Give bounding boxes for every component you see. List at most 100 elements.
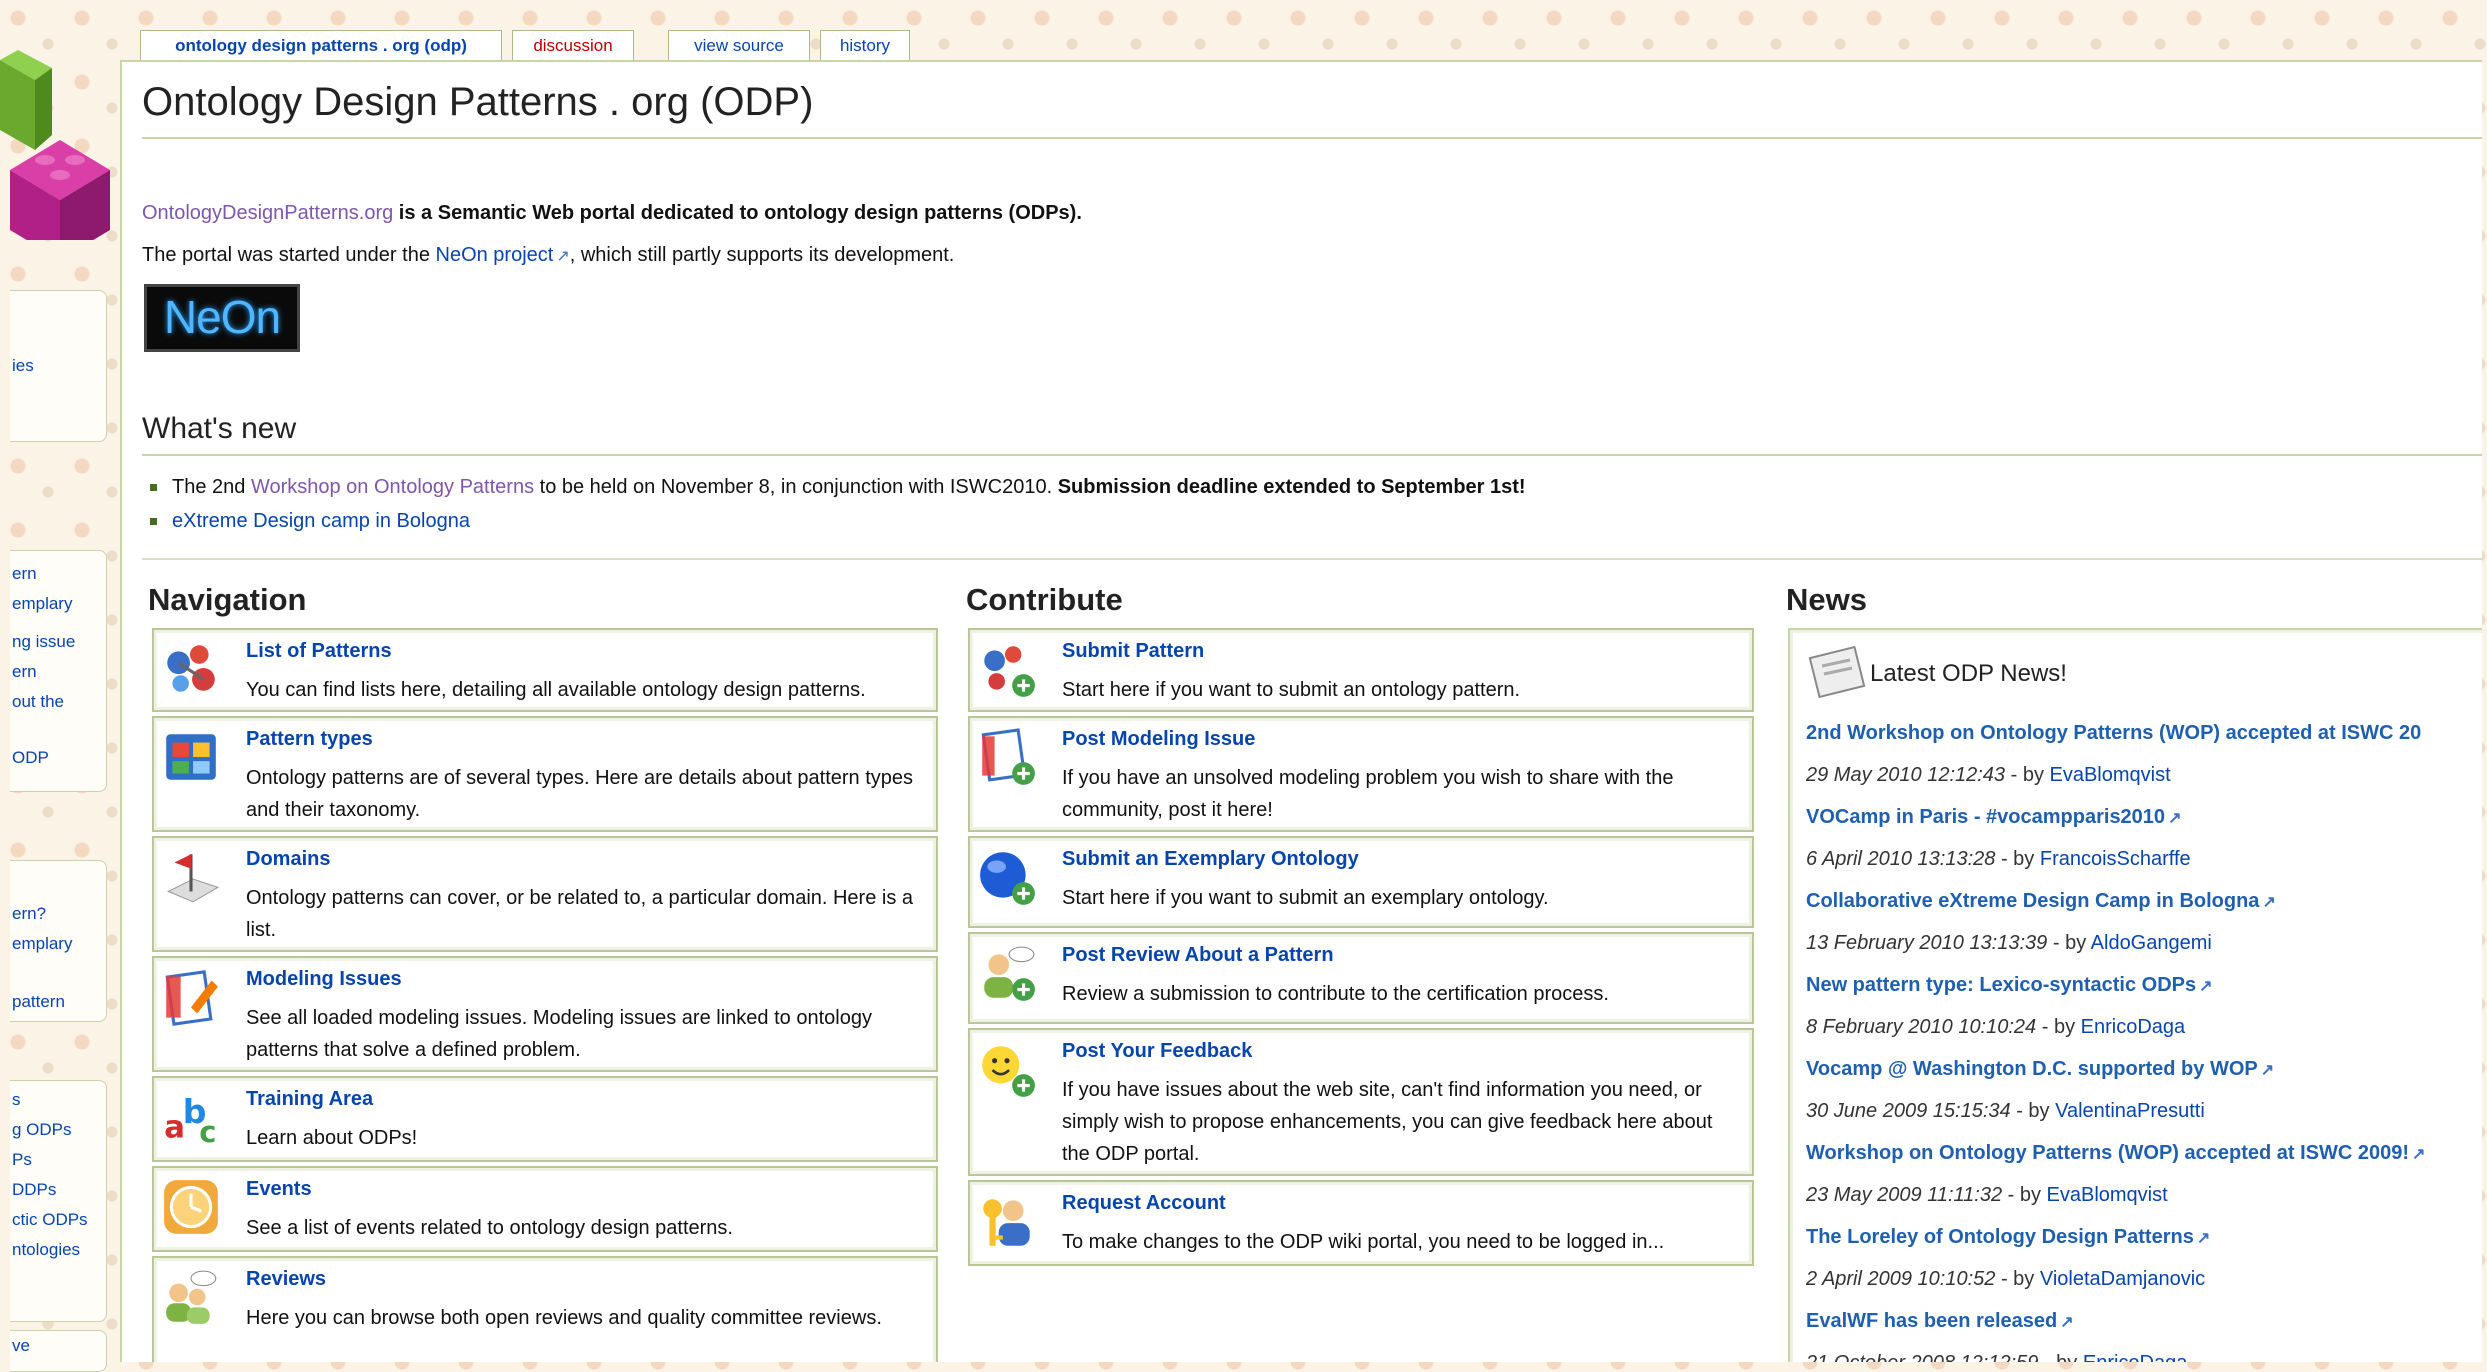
news-item-author[interactable]: EvaBlomqvist	[2050, 764, 2171, 786]
card-desc: See a list of events related to ontology…	[246, 1217, 733, 1239]
news-item-title[interactable]: Vocamp @ Washington D.C. supported by WO…	[1806, 1048, 2274, 1090]
item-text: to be held on November 8, in conjunction…	[534, 476, 1058, 498]
nav-card-domains[interactable]: Domains Ontology patterns can cover, or …	[152, 836, 938, 952]
nav-card-training-area[interactable]: abc Training Area Learn about ODPs!	[152, 1076, 938, 1162]
card-title[interactable]: Request Account	[1062, 1192, 1226, 1215]
news-item-by: - by	[2010, 1100, 2056, 1122]
news-item: 2nd Workshop on Ontology Patterns (WOP) …	[1806, 712, 2421, 796]
card-desc: Ontology patterns can cover, or be relat…	[246, 887, 914, 941]
sidebar-link[interactable]: ODP	[10, 743, 106, 773]
news-item-by: - by	[2005, 764, 2050, 786]
item-text: The 2nd	[172, 476, 251, 498]
sidebar-link[interactable]: ies	[10, 351, 106, 381]
news-item-author[interactable]: EvaBlomqvist	[2047, 1184, 2168, 1206]
nav-card-pattern-types[interactable]: Pattern types Ontology patterns are of s…	[152, 716, 938, 832]
tab-view-source[interactable]: view source	[668, 30, 810, 61]
news-item-meta: 23 May 2009 11:11:32 - by EvaBlomqvist	[1806, 1174, 2425, 1216]
card-title[interactable]: Post Your Feedback	[1062, 1040, 1252, 1063]
card-title[interactable]: Post Review About a Pattern	[1062, 944, 1334, 967]
sidebar-link[interactable]: ntologies	[10, 1235, 106, 1265]
news-item-meta: 2 April 2009 10:10:52 - by VioletaDamjan…	[1806, 1258, 2210, 1300]
card-desc: Here you can browse both open reviews an…	[246, 1307, 882, 1329]
key-person-icon	[983, 1199, 1030, 1246]
card-title[interactable]: Submit an Exemplary Ontology	[1062, 848, 1359, 871]
card-desc: To make changes to the ODP wiki portal, …	[1062, 1231, 1665, 1253]
news-heading: News	[1786, 582, 1867, 617]
site-logo[interactable]	[0, 30, 120, 240]
contribute-heading: Contribute	[966, 582, 1123, 617]
neon-logo[interactable]: NeOn	[144, 284, 300, 352]
person-add-icon	[984, 946, 1035, 1001]
news-item-author[interactable]: VioletaDamjanovic	[2040, 1268, 2205, 1290]
contrib-card-post-modeling-issue[interactable]: Post Modeling Issue If you have an unsol…	[968, 716, 1754, 832]
sidebar-link[interactable]: ern?	[10, 899, 106, 929]
news-item-title[interactable]: EvalWF has been released	[1806, 1300, 2187, 1342]
news-item-author[interactable]: ValentinaPresutti	[2055, 1100, 2205, 1122]
news-item-author[interactable]: EnricoDaga	[2081, 1016, 2186, 1038]
news-item-title[interactable]: VOCamp in Paris - #vocampparis2010	[1806, 796, 2191, 838]
sidebar-link[interactable]: s	[10, 1085, 106, 1115]
news-item-by: - by	[1995, 848, 2040, 870]
news-item-title[interactable]: The Loreley of Ontology Design Patterns	[1806, 1216, 2210, 1258]
card-title[interactable]: Submit Pattern	[1062, 640, 1204, 663]
contrib-card-submit-exemplary-ontology[interactable]: Submit an Exemplary Ontology Start here …	[968, 836, 1754, 928]
news-item-title[interactable]: Workshop on Ontology Patterns (WOP) acce…	[1806, 1132, 2425, 1174]
news-item-date: 2 April 2009 10:10:52	[1806, 1268, 1996, 1290]
sidebar-box-4: s g ODPs Ps ctic ODPs DDPs ctic ODPs nto…	[10, 1080, 107, 1322]
card-title[interactable]: Pattern types	[246, 728, 373, 751]
card-title[interactable]: Post Modeling Issue	[1062, 728, 1255, 751]
sidebar-link[interactable]: ern	[10, 657, 106, 687]
news-item: EvalWF has been released21 October 2008 …	[1806, 1300, 2187, 1362]
list-item: eXtreme Design camp in Bologna	[142, 504, 1526, 538]
news-item-title[interactable]: 2nd Workshop on Ontology Patterns (WOP) …	[1806, 712, 2421, 754]
news-item-meta: 29 May 2010 12:12:43 - by EvaBlomqvist	[1806, 754, 2421, 796]
news-item-title[interactable]: Collaborative eXtreme Design Camp in Bol…	[1806, 880, 2276, 922]
news-item-author[interactable]: EnricoDaga	[2083, 1352, 2188, 1362]
contrib-card-request-account[interactable]: Request Account To make changes to the O…	[968, 1180, 1754, 1266]
sidebar-link[interactable]: Ps	[10, 1145, 106, 1175]
sidebar-link[interactable]: g ODPs	[10, 1115, 106, 1145]
nav-card-list-of-patterns[interactable]: List of Patterns You can find lists here…	[152, 628, 938, 712]
card-desc: Learn about ODPs!	[246, 1127, 418, 1149]
card-title[interactable]: Reviews	[246, 1268, 326, 1291]
card-title[interactable]: Events	[246, 1178, 312, 1201]
tab-discussion[interactable]: discussion	[512, 30, 634, 61]
sidebar-link[interactable]: ng issue	[10, 627, 106, 657]
sidebar-link[interactable]: ve	[10, 1331, 106, 1361]
news-item: Vocamp @ Washington D.C. supported by WO…	[1806, 1048, 2274, 1132]
sidebar-link[interactable]: ctic ODPs	[10, 1205, 106, 1235]
card-title[interactable]: Modeling Issues	[246, 968, 402, 991]
card-title[interactable]: Domains	[246, 848, 330, 871]
nav-card-modeling-issues[interactable]: Modeling Issues See all loaded modeling …	[152, 956, 938, 1072]
workshop-link[interactable]: Workshop on Ontology Patterns	[251, 476, 534, 498]
site-link[interactable]: OntologyDesignPatterns.org	[142, 202, 393, 224]
sidebar-link[interactable]: out the	[10, 687, 106, 717]
sidebar-link[interactable]: emplary	[10, 929, 106, 959]
tab-history[interactable]: history	[820, 30, 910, 61]
card-title[interactable]: Training Area	[246, 1088, 373, 1111]
nav-card-reviews[interactable]: Reviews Here you can browse both open re…	[152, 1256, 938, 1362]
news-item-author[interactable]: AldoGangemi	[2091, 932, 2212, 954]
window-grid-icon	[166, 734, 216, 780]
molecules-icon	[167, 645, 215, 692]
news-item-by: - by	[2002, 1184, 2047, 1206]
news-item-title[interactable]: New pattern type: Lexico-syntactic ODPs	[1806, 964, 2213, 1006]
news-item-author[interactable]: FrancoisScharffe	[2040, 848, 2191, 870]
contrib-card-post-feedback[interactable]: Post Your Feedback If you have issues ab…	[968, 1028, 1754, 1176]
contrib-card-post-review[interactable]: Post Review About a Pattern Review a sub…	[968, 932, 1754, 1024]
sidebar-link[interactable]: pattern	[10, 987, 106, 1017]
neon-project-link[interactable]: NeOn project	[436, 244, 570, 266]
sidebar-link[interactable]: emplary	[10, 589, 106, 619]
card-desc: If you have an unsolved modeling problem…	[1062, 767, 1674, 821]
sidebar-link[interactable]: DDPs	[10, 1175, 106, 1205]
nav-card-events[interactable]: Events See a list of events related to o…	[152, 1166, 938, 1252]
news-item-meta: 21 October 2008 12:12:59 - by EnricoDaga	[1806, 1342, 2187, 1362]
tab-page[interactable]: ontology design patterns . org (odp)	[140, 30, 502, 61]
xd-camp-link[interactable]: eXtreme Design camp in Bologna	[172, 510, 470, 532]
flag-icon	[167, 854, 220, 903]
contrib-card-submit-pattern[interactable]: Submit Pattern Start here if you want to…	[968, 628, 1754, 712]
abc-icon: abc	[164, 1092, 216, 1148]
sidebar-link[interactable]: ern	[10, 559, 106, 589]
card-title[interactable]: List of Patterns	[246, 640, 392, 663]
divider	[142, 558, 2482, 560]
